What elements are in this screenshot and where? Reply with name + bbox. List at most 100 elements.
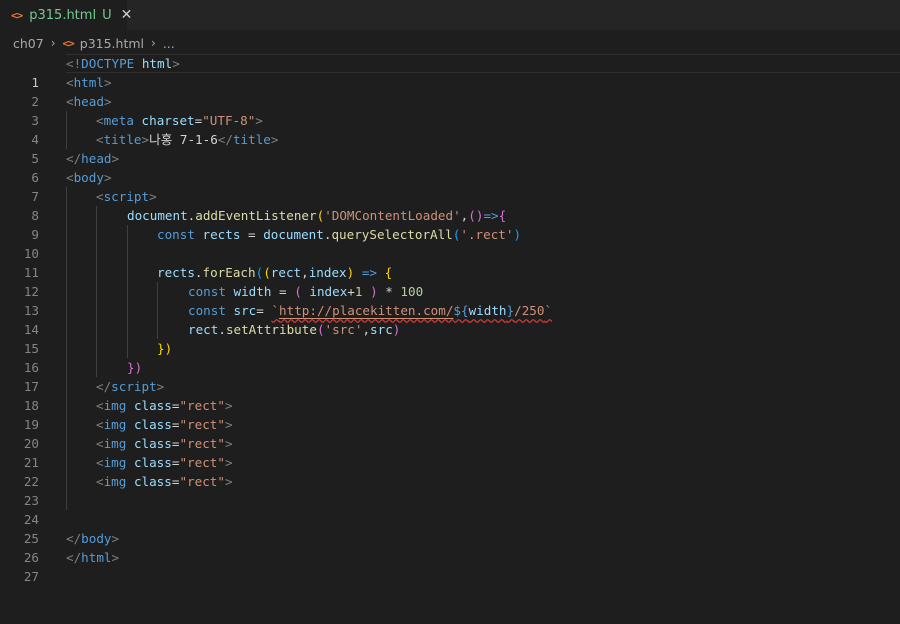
code-line: 27 </html>	[0, 548, 900, 584]
code-line: 24	[0, 491, 900, 527]
token: rect	[270, 265, 302, 280]
token: html	[73, 75, 104, 90]
token: =	[271, 284, 295, 299]
token: '.rect'	[460, 227, 514, 242]
breadcrumb-folder[interactable]: ch07	[13, 36, 44, 51]
token: body	[73, 170, 104, 185]
token: addEventListener	[195, 208, 317, 223]
token: `	[271, 303, 280, 318]
tab-bar: <> p315.html U ✕	[0, 0, 900, 30]
token: /250	[514, 303, 545, 318]
token: (	[294, 284, 302, 299]
token: .	[218, 322, 226, 337]
token: =	[256, 303, 272, 318]
token: )	[513, 227, 522, 242]
token: "UTF-8"	[202, 113, 256, 128]
code-editor[interactable]: 1 <!DOCTYPE html> 2 <html> 3 <head> 4 <m…	[0, 54, 900, 600]
token: </	[66, 151, 82, 166]
token: "rect"	[179, 474, 225, 489]
token: rects	[157, 265, 195, 280]
token: (	[263, 265, 271, 280]
token: <!	[66, 56, 82, 71]
token: <	[66, 75, 74, 90]
line-number: 27	[23, 569, 39, 584]
url-link[interactable]: http://placekitten.com/	[279, 303, 453, 318]
token: <	[66, 170, 74, 185]
token: >	[224, 455, 233, 470]
token: >	[149, 189, 157, 204]
code-line: 7 <body>	[0, 168, 900, 204]
breadcrumb-more[interactable]: ...	[163, 36, 175, 51]
token: 'src'	[324, 322, 363, 337]
token: img	[103, 455, 127, 470]
token: *	[377, 284, 401, 299]
code-line: 19 <img class="rect">	[0, 396, 900, 432]
code-line: 5 <title>나홍 7-1-6</title>	[0, 130, 900, 166]
code-line: 20 <img class="rect">	[0, 415, 900, 451]
token: width	[233, 284, 272, 299]
html-file-icon: <>	[11, 8, 23, 22]
token: img	[103, 436, 127, 451]
chevron-right-icon: ›	[50, 36, 56, 50]
token: {	[384, 265, 393, 280]
token: html	[81, 550, 112, 565]
token: =>	[483, 208, 499, 223]
token: >	[255, 113, 263, 128]
token: meta	[103, 113, 134, 128]
token: "rect"	[179, 398, 225, 413]
code-line: 8 <script>	[0, 187, 900, 223]
token: rect	[188, 322, 219, 337]
token: head	[73, 94, 104, 109]
token: }	[506, 303, 515, 318]
token: >	[141, 132, 150, 147]
code-line: 26 </body>	[0, 529, 900, 565]
token: ${	[453, 303, 469, 318]
token: })	[157, 341, 173, 356]
close-icon[interactable]: ✕	[121, 7, 133, 23]
token: const	[188, 284, 226, 299]
token: </	[66, 550, 82, 565]
token: src	[370, 322, 393, 337]
token: >	[224, 474, 233, 489]
token: ()	[468, 208, 484, 223]
token: <	[66, 94, 74, 109]
breadcrumb-file[interactable]: p315.html	[80, 36, 144, 51]
token: charset	[141, 113, 195, 128]
code-line: 11	[0, 244, 900, 280]
code-line: 18 </script>	[0, 377, 900, 413]
token: img	[103, 398, 127, 413]
token: script	[103, 189, 150, 204]
token: 100	[400, 284, 424, 299]
token: <	[96, 455, 104, 470]
token: 나홍 7-1-6	[149, 132, 218, 147]
code-line: 17 })	[0, 358, 900, 394]
token: </	[217, 132, 233, 147]
tab-p315-html[interactable]: <> p315.html U ✕	[0, 0, 132, 30]
code-line: 10 const rects = document.querySelectorA…	[0, 225, 900, 261]
code-line: 3 <head>	[0, 92, 900, 128]
token: <	[96, 113, 104, 128]
token: "rect"	[179, 455, 225, 470]
token: class	[133, 436, 172, 451]
tab-filename: p315.html	[29, 7, 97, 23]
code-line: 15 rect.setAttribute('src',src)	[0, 320, 900, 356]
token: `	[544, 303, 553, 318]
token: DOCTYPE	[81, 56, 135, 71]
html-file-icon: <>	[62, 36, 75, 50]
token: const	[188, 303, 226, 318]
token: )	[370, 284, 378, 299]
token: src	[233, 303, 257, 318]
token: (	[316, 322, 325, 337]
token: >	[111, 531, 120, 546]
